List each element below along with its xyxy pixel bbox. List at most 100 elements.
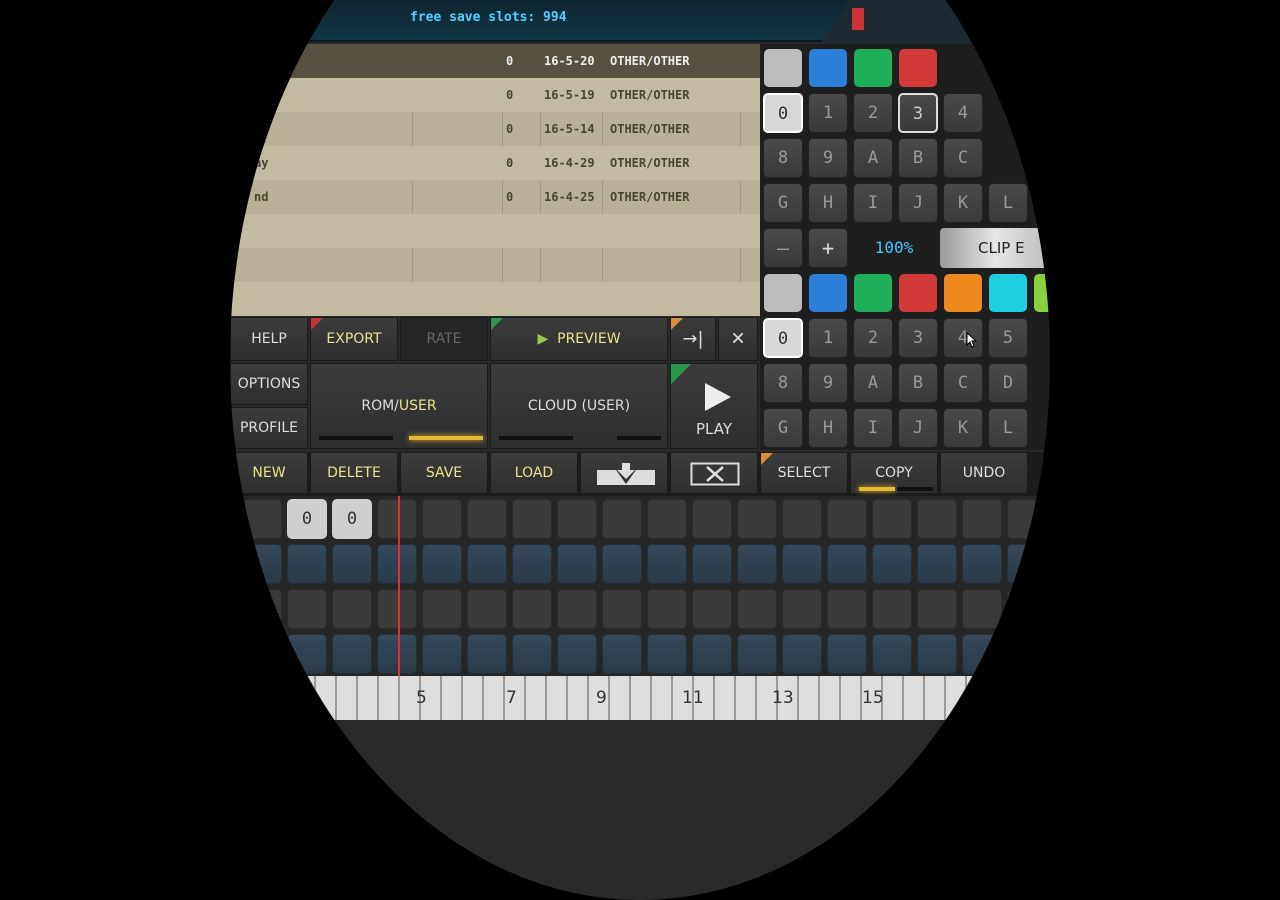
sequencer-cell[interactable] bbox=[827, 499, 867, 539]
sequencer-cell[interactable] bbox=[1007, 544, 1047, 584]
pad-key[interactable]: 5 bbox=[988, 318, 1028, 358]
pad-key[interactable]: I bbox=[853, 183, 893, 223]
pad-key[interactable]: D bbox=[988, 363, 1028, 403]
sequencer-cell[interactable] bbox=[737, 589, 777, 629]
pad-key[interactable]: A bbox=[853, 363, 893, 403]
song-row[interactable]: 0 16-5-20 OTHER/OTHER bbox=[230, 44, 760, 78]
sequencer-cell[interactable] bbox=[962, 499, 1002, 539]
zoom-out-button[interactable]: — bbox=[763, 228, 803, 268]
sequencer-cell[interactable] bbox=[782, 544, 822, 584]
sequencer-cell[interactable] bbox=[782, 589, 822, 629]
song-row-empty[interactable] bbox=[230, 282, 760, 316]
new-button[interactable]: NEW bbox=[230, 452, 308, 494]
help-button[interactable]: HELP bbox=[230, 317, 308, 361]
pad-key[interactable]: C bbox=[943, 138, 983, 178]
sequencer-cell[interactable] bbox=[467, 499, 507, 539]
sequencer-cell[interactable] bbox=[602, 589, 642, 629]
pad-key[interactable]: 8 bbox=[763, 363, 803, 403]
pad-key[interactable]: B bbox=[898, 363, 938, 403]
sequencer-cell[interactable] bbox=[332, 589, 372, 629]
color-pad-blue[interactable] bbox=[809, 49, 847, 87]
sequencer-cell[interactable]: 0 bbox=[332, 499, 372, 539]
sequencer-cell[interactable] bbox=[1007, 634, 1047, 674]
pad-key[interactable]: 1 bbox=[808, 93, 848, 133]
pad-key[interactable]: 2 bbox=[853, 318, 893, 358]
profile-button[interactable]: PROFILE bbox=[230, 407, 308, 449]
sequencer-cell[interactable] bbox=[872, 589, 912, 629]
sequencer-cell[interactable] bbox=[737, 634, 777, 674]
sequencer-cell[interactable] bbox=[377, 544, 417, 584]
timeline-ruler[interactable] bbox=[230, 676, 1050, 720]
sequencer-cell[interactable] bbox=[647, 544, 687, 584]
sequencer-cell[interactable] bbox=[872, 499, 912, 539]
sequencer-cell[interactable] bbox=[377, 634, 417, 674]
sequencer-cell[interactable] bbox=[737, 499, 777, 539]
next-button[interactable]: →| bbox=[670, 317, 716, 361]
sequencer-cell[interactable] bbox=[557, 634, 597, 674]
sequencer-cell[interactable] bbox=[782, 499, 822, 539]
pad-key[interactable]: H bbox=[808, 408, 848, 448]
sequencer-cell[interactable] bbox=[332, 634, 372, 674]
song-row-empty[interactable] bbox=[230, 214, 760, 248]
sequencer-cell[interactable]: 0 bbox=[287, 499, 327, 539]
pad-key[interactable]: 0 bbox=[763, 93, 803, 133]
sequencer-cell[interactable] bbox=[1007, 499, 1047, 539]
pad-key[interactable]: 8 bbox=[763, 138, 803, 178]
sequencer-cell[interactable] bbox=[872, 544, 912, 584]
sequencer-cell[interactable] bbox=[827, 544, 867, 584]
preview-button[interactable]: ▶ PREVIEW bbox=[490, 317, 668, 361]
sequencer-cell[interactable] bbox=[827, 589, 867, 629]
sequencer-cell[interactable] bbox=[917, 634, 957, 674]
pad-key[interactable]: I bbox=[853, 408, 893, 448]
sequencer-cell[interactable] bbox=[512, 589, 552, 629]
play-button[interactable]: PLAY bbox=[670, 363, 758, 449]
sequencer-cell[interactable] bbox=[737, 544, 777, 584]
pad-key[interactable]: C bbox=[943, 363, 983, 403]
pad-key[interactable]: K bbox=[943, 408, 983, 448]
sequencer-cell[interactable] bbox=[512, 544, 552, 584]
pad-key[interactable]: B bbox=[898, 138, 938, 178]
undo-button[interactable]: UNDO bbox=[940, 452, 1028, 494]
color-pad-grey[interactable] bbox=[764, 49, 802, 87]
sequencer-cell[interactable] bbox=[512, 634, 552, 674]
sequencer-cell[interactable] bbox=[287, 544, 327, 584]
sequencer-cell[interactable] bbox=[782, 634, 822, 674]
sequencer-cell[interactable] bbox=[692, 544, 732, 584]
sequencer-cell[interactable] bbox=[1007, 589, 1047, 629]
pad-key[interactable]: 4 bbox=[943, 93, 983, 133]
export-button[interactable]: EXPORT bbox=[310, 317, 398, 361]
sequencer-cell[interactable] bbox=[332, 544, 372, 584]
color-pad-green[interactable] bbox=[854, 274, 892, 312]
clear-button[interactable] bbox=[670, 452, 758, 494]
clip-edit-button[interactable]: CLIP E bbox=[940, 228, 1050, 268]
sequencer-cell[interactable] bbox=[377, 499, 417, 539]
sequencer-cell[interactable] bbox=[422, 634, 462, 674]
pad-key[interactable]: 3 bbox=[898, 93, 938, 133]
sequencer-cell[interactable] bbox=[917, 589, 957, 629]
sequencer-cell[interactable] bbox=[467, 634, 507, 674]
pad-key[interactable]: K bbox=[943, 183, 983, 223]
color-pad-red[interactable] bbox=[899, 49, 937, 87]
pad-key[interactable]: 3 bbox=[898, 318, 938, 358]
playhead[interactable] bbox=[398, 496, 400, 686]
copy-button[interactable]: COPY bbox=[850, 452, 938, 494]
pad-key[interactable]: 0 bbox=[763, 318, 803, 358]
close-button[interactable]: ✕ bbox=[718, 317, 758, 361]
song-row-empty[interactable] bbox=[230, 248, 760, 282]
sequencer-cell[interactable] bbox=[827, 634, 867, 674]
sequencer-cell[interactable] bbox=[962, 634, 1002, 674]
sequencer-cell[interactable] bbox=[422, 589, 462, 629]
cloud-user-button[interactable]: CLOUD (USER) bbox=[490, 363, 668, 449]
color-pad-orange[interactable] bbox=[944, 274, 982, 312]
sequencer-cell[interactable] bbox=[242, 499, 282, 539]
sequencer-cell[interactable] bbox=[242, 634, 282, 674]
save-button[interactable]: SAVE bbox=[400, 452, 488, 494]
pad-key[interactable]: 9 bbox=[808, 138, 848, 178]
sequencer-cell[interactable] bbox=[422, 499, 462, 539]
sequencer-cell[interactable] bbox=[692, 634, 732, 674]
sequencer-cell[interactable] bbox=[872, 634, 912, 674]
sequencer-cell[interactable] bbox=[962, 589, 1002, 629]
song-row[interactable]: 0 16-5-14 OTHER/OTHER bbox=[230, 112, 760, 146]
sequencer-cell[interactable] bbox=[512, 499, 552, 539]
sequencer-cell[interactable] bbox=[557, 589, 597, 629]
